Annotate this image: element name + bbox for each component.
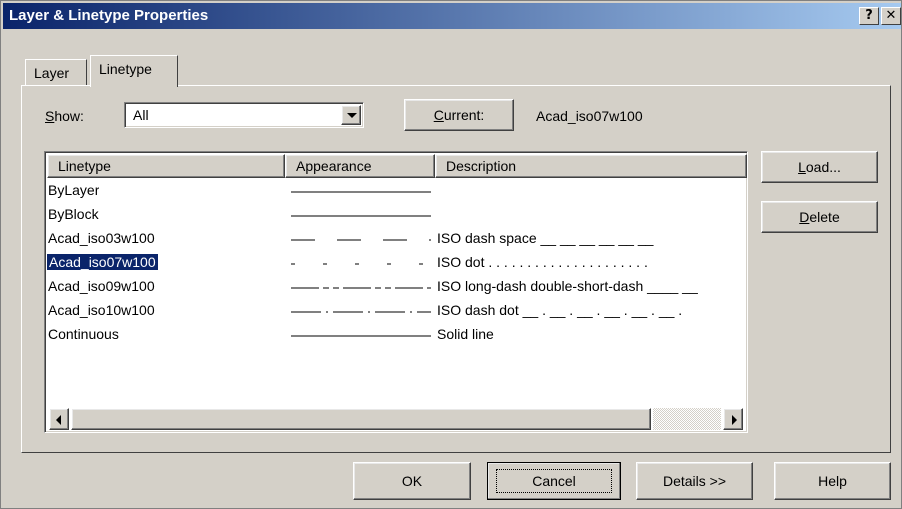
list-row-bylayer[interactable]: ByLayer: [47, 180, 747, 204]
ok-button[interactable]: OK: [353, 462, 471, 500]
row-name: Acad_iso03w100: [48, 230, 155, 246]
row-name: ByBlock: [48, 206, 99, 222]
current-button-rest: urrent:: [443, 107, 485, 123]
row-name: Acad_iso09w100: [48, 278, 155, 294]
cancel-button-label: Cancel: [496, 469, 612, 493]
current-button[interactable]: Current:: [404, 99, 514, 131]
list-row-iso07[interactable]: Acad_iso07w100 ISO dot . . . . . . . . .…: [47, 252, 747, 276]
current-button-mnemonic: C: [433, 107, 444, 123]
appearance-preview: [291, 230, 431, 250]
list-row-iso03[interactable]: Acad_iso03w100 ISO dash space __ __ __ _…: [47, 228, 747, 252]
list-row-iso09[interactable]: Acad_iso09w100 ISO long-dash double-shor…: [47, 276, 747, 300]
row-name: Continuous: [48, 326, 119, 342]
row-name: ByLayer: [48, 182, 100, 198]
delete-button[interactable]: Delete: [761, 201, 878, 233]
row-description: ISO dot . . . . . . . . . . . . . . . . …: [437, 254, 648, 270]
appearance-preview: [291, 278, 431, 298]
show-dropdown[interactable]: All: [124, 102, 364, 128]
details-button[interactable]: Details >>: [636, 462, 753, 500]
show-label: Show:: [45, 108, 84, 124]
dialog-window: Layer & Linetype Properties ? ✕ Layer Li…: [0, 0, 902, 509]
show-label-mnemonic: S: [45, 108, 55, 124]
row-name-selected: Acad_iso07w100: [47, 254, 158, 270]
cancel-button[interactable]: Cancel: [487, 462, 621, 500]
appearance-preview: [291, 182, 431, 202]
list-row-iso10[interactable]: Acad_iso10w100 ISO dash dot __ . __ . __…: [47, 300, 747, 324]
row-description: ISO dash dot __ . __ . __ . __ . __ . __…: [437, 302, 683, 318]
linetype-list[interactable]: Linetype Appearance Description ByLayer …: [44, 151, 748, 433]
tab-linetype[interactable]: Linetype: [90, 55, 178, 87]
delete-button-mnemonic: D: [799, 209, 810, 225]
row-description: ISO long-dash double-short-dash ____ __: [437, 278, 698, 294]
appearance-preview: [291, 206, 431, 226]
list-header: Linetype Appearance Description: [47, 154, 747, 178]
tab-layer-label: Layer: [34, 65, 70, 81]
tab-linetype-label: Linetype: [99, 61, 152, 77]
column-header-appearance[interactable]: Appearance: [285, 154, 435, 178]
scroll-track[interactable]: [653, 408, 721, 430]
dropdown-arrow-button[interactable]: [341, 105, 361, 125]
title-bar[interactable]: Layer & Linetype Properties ? ✕: [3, 3, 901, 29]
help-button[interactable]: Help: [774, 462, 891, 500]
appearance-preview: [291, 302, 431, 322]
load-button[interactable]: Load...: [761, 151, 878, 183]
appearance-preview: [291, 326, 431, 346]
close-icon[interactable]: ✕: [881, 7, 901, 25]
chevron-down-icon: [347, 113, 357, 118]
arrow-right-icon: [732, 415, 737, 425]
scroll-right-button[interactable]: [723, 408, 743, 430]
arrow-left-icon: [56, 415, 61, 425]
show-dropdown-value: All: [133, 107, 149, 123]
delete-button-rest: elete: [809, 209, 840, 225]
scroll-left-button[interactable]: [49, 408, 69, 430]
appearance-preview: [291, 254, 431, 274]
load-button-mnemonic: L: [798, 159, 806, 175]
help-icon[interactable]: ?: [859, 7, 879, 25]
show-label-rest: how:: [54, 108, 84, 124]
scroll-thumb[interactable]: [71, 408, 651, 430]
row-name: Acad_iso10w100: [48, 302, 155, 318]
horizontal-scrollbar[interactable]: [47, 408, 747, 430]
list-row-byblock[interactable]: ByBlock: [47, 204, 747, 228]
row-description: ISO dash space __ __ __ __ __ __: [437, 230, 654, 246]
column-header-linetype[interactable]: Linetype: [47, 154, 285, 178]
row-description: Solid line: [437, 326, 494, 342]
column-header-description[interactable]: Description: [435, 154, 747, 178]
tab-layer[interactable]: Layer: [25, 59, 87, 85]
load-button-rest: oad...: [805, 159, 841, 175]
list-row-continuous[interactable]: Continuous Solid line: [47, 324, 747, 348]
window-title: Layer & Linetype Properties: [9, 7, 209, 24]
current-linetype-value: Acad_iso07w100: [536, 108, 643, 124]
